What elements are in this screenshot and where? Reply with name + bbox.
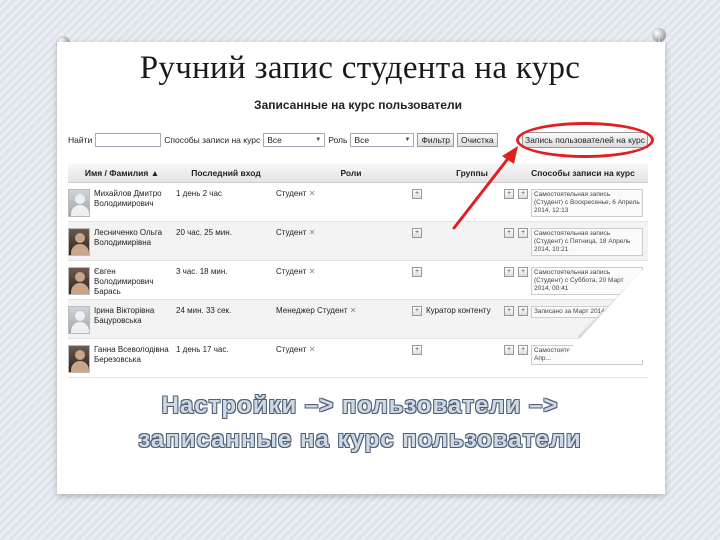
add-icon[interactable]: + bbox=[412, 227, 422, 238]
role-label: Роль bbox=[328, 135, 348, 145]
avatar bbox=[68, 227, 90, 256]
enrol-methods-label: Способы записи на курс bbox=[164, 135, 261, 145]
add-icon[interactable]: + bbox=[504, 188, 514, 199]
groups-text: Куратор контенту bbox=[426, 305, 491, 315]
last-access-cell: 20 час. 25 мин. bbox=[176, 221, 276, 261]
enrol-method-cell: + Самостоятельная запись (Студент) с Воск… bbox=[518, 182, 648, 222]
add-icon[interactable]: + bbox=[412, 344, 422, 355]
add-icon[interactable]: + bbox=[518, 305, 528, 316]
user-name-link[interactable]: Ірина Вікторівна Бацуровська bbox=[94, 306, 176, 326]
find-label: Найти bbox=[68, 135, 93, 145]
column-header-last-access[interactable]: Последний вход bbox=[176, 164, 276, 183]
remove-x-icon[interactable]: ✕ bbox=[350, 306, 357, 315]
add-icon[interactable]: + bbox=[518, 344, 528, 355]
find-input[interactable] bbox=[95, 133, 162, 147]
roles-cell: Студент ✕ + bbox=[276, 338, 426, 378]
groups-cell: + bbox=[426, 221, 518, 261]
user-name-link[interactable]: Михайлов Дмитро Володимирович bbox=[94, 189, 176, 209]
add-icon[interactable]: + bbox=[504, 266, 514, 277]
add-icon[interactable]: + bbox=[504, 305, 514, 316]
roles-text: Менеджер Студент bbox=[276, 305, 348, 315]
roles-cell: Менеджер Студент ✕ + bbox=[276, 299, 426, 339]
name-cell: Євген Володимирович Барась bbox=[68, 260, 176, 300]
add-icon[interactable]: + bbox=[518, 266, 528, 277]
avatar bbox=[68, 305, 90, 334]
role-value: Все bbox=[354, 135, 370, 145]
highlight-ellipse bbox=[516, 122, 654, 158]
roles-text: Студент bbox=[276, 266, 307, 276]
user-name-link[interactable]: Євген Володимирович Барась bbox=[94, 267, 176, 297]
roles-text: Студент bbox=[276, 227, 307, 237]
groups-cell: + bbox=[426, 338, 518, 378]
user-name-link[interactable]: Ганна Всеволодівна Березовська bbox=[94, 345, 176, 365]
remove-x-icon[interactable]: ✕ bbox=[309, 345, 316, 354]
column-header-enrol-methods: Способы записи на курс bbox=[518, 164, 648, 183]
add-icon[interactable]: + bbox=[518, 188, 528, 199]
name-cell: Лесниченко Ольга Володимирівна bbox=[68, 221, 176, 261]
role-select[interactable]: Все ▼ bbox=[350, 133, 415, 147]
enrol-method-text: Самостоятельная запись (Студент) с Воскр… bbox=[531, 188, 643, 217]
name-cell: Ганна Всеволодівна Березовська bbox=[68, 338, 176, 378]
column-header-roles: Роли bbox=[276, 164, 426, 183]
add-icon[interactable]: + bbox=[504, 227, 514, 238]
slide-title: Ручний запис студента на курс bbox=[139, 50, 581, 86]
column-header-name[interactable]: Имя / Фамилия ▲ bbox=[68, 164, 176, 183]
filter-button[interactable]: Фильтр bbox=[417, 133, 455, 147]
groups-cell: + bbox=[426, 182, 518, 222]
last-access-cell: 3 час. 18 мин. bbox=[176, 260, 276, 300]
add-icon[interactable]: + bbox=[504, 344, 514, 355]
page-curl-icon bbox=[560, 262, 650, 360]
enrol-methods-value: Все bbox=[267, 135, 282, 145]
last-access-cell: 1 день 17 час. bbox=[176, 338, 276, 378]
avatar bbox=[68, 188, 90, 217]
roles-text: Студент bbox=[276, 188, 307, 198]
name-cell: Ірина Вікторівна Бацуровська bbox=[68, 299, 176, 339]
table-row: Михайлов Дмитро Володимирович 1 день 2 ча… bbox=[68, 182, 648, 222]
roles-cell: Студент ✕ + bbox=[276, 260, 426, 300]
caption-line-1: Настройки –> пользователи –> bbox=[161, 392, 559, 419]
avatar bbox=[68, 266, 90, 295]
clear-button[interactable]: Очистка bbox=[457, 133, 498, 147]
column-header-groups: Группы bbox=[426, 164, 518, 183]
dropdown-arrow-icon: ▼ bbox=[404, 137, 411, 143]
enrol-method-text: Самостоятельная запись (Студент) с Пятни… bbox=[531, 227, 643, 256]
name-cell: Михайлов Дмитро Володимирович bbox=[68, 182, 176, 222]
enrol-method-cell: + Самостоятельная запись (Студент) с Пятн… bbox=[518, 221, 648, 261]
table-header-row: Имя / Фамилия ▲ Последний вход Роли Груп… bbox=[68, 164, 648, 183]
groups-cell: Куратор контенту + bbox=[426, 299, 518, 339]
remove-x-icon[interactable]: ✕ bbox=[309, 228, 316, 237]
table-row: Лесниченко Ольга Володимирівна 20 час. 25… bbox=[68, 221, 648, 261]
last-access-cell: 1 день 2 час bbox=[176, 182, 276, 222]
groups-cell: + bbox=[426, 260, 518, 300]
add-icon[interactable]: + bbox=[518, 227, 528, 238]
remove-x-icon[interactable]: ✕ bbox=[309, 267, 316, 276]
user-name-link[interactable]: Лесниченко Ольга Володимирівна bbox=[94, 228, 176, 248]
avatar bbox=[68, 344, 90, 373]
roles-cell: Студент ✕ + bbox=[276, 221, 426, 261]
add-icon[interactable]: + bbox=[412, 266, 422, 277]
caption-line-2: записанные на курс пользователи bbox=[138, 426, 582, 453]
remove-x-icon[interactable]: ✕ bbox=[309, 189, 316, 198]
add-icon[interactable]: + bbox=[412, 305, 422, 316]
roles-text: Студент bbox=[276, 344, 307, 354]
page-title: Записанные на курс пользователи bbox=[254, 98, 462, 112]
enrol-methods-select[interactable]: Все ▼ bbox=[263, 133, 326, 147]
dropdown-arrow-icon: ▼ bbox=[315, 137, 322, 143]
roles-cell: Студент ✕ + bbox=[276, 182, 426, 222]
add-icon[interactable]: + bbox=[412, 188, 422, 199]
last-access-cell: 24 мин. 33 сек. bbox=[176, 299, 276, 339]
